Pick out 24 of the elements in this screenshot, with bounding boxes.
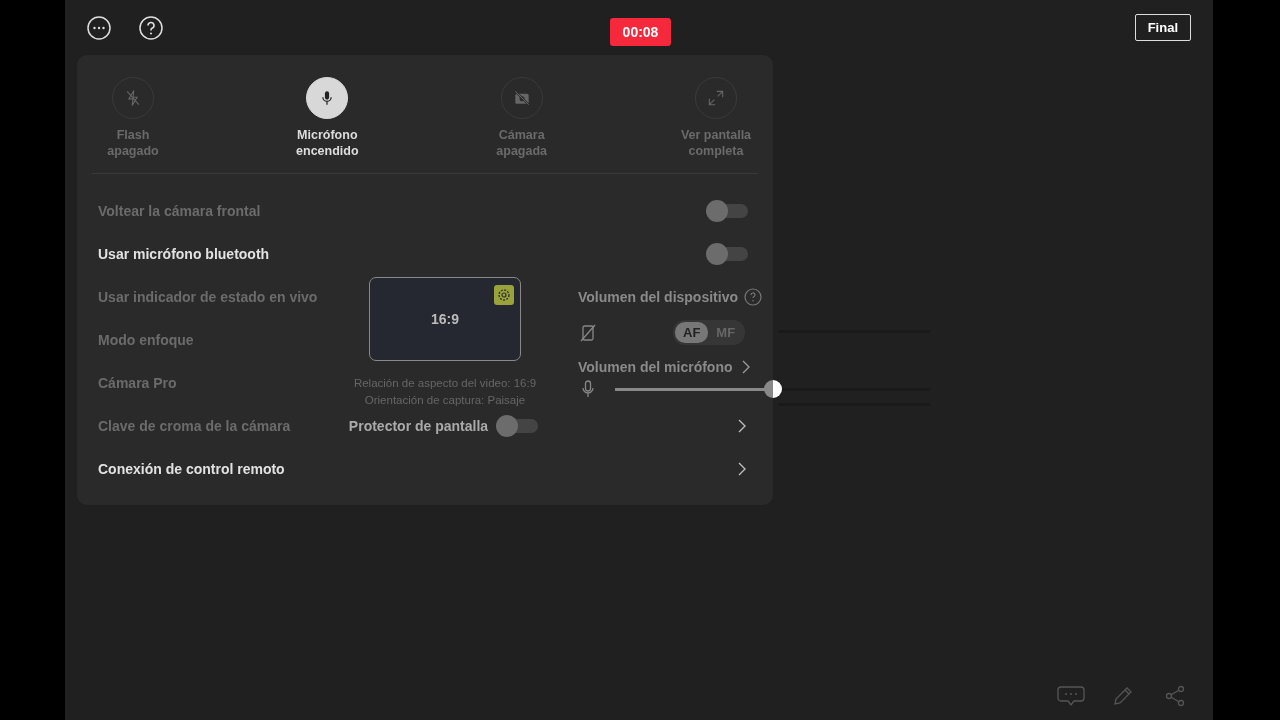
setting-label[interactable]: Conexión de control remoto (98, 460, 285, 477)
more-icon[interactable] (87, 15, 111, 40)
aspect-caption: Orientación de captura: Paisaje (364, 393, 526, 408)
setting-label[interactable]: Usar micrófono bluetooth (98, 245, 270, 262)
aspect-preview[interactable]: 16:9 (369, 277, 521, 361)
recording-timer: 00:08 (610, 18, 671, 46)
device-volume-title: Volumen del dispositivo (578, 289, 738, 305)
chat-icon[interactable] (1057, 684, 1085, 708)
chevron-right-icon[interactable] (740, 359, 751, 375)
quick-action-label: Flash apagado (106, 127, 160, 159)
settings-icon[interactable] (494, 285, 514, 305)
quick-action-label: Cámara apagada (495, 127, 548, 159)
phone-off-icon (578, 322, 598, 343)
mic-volume-title: Volumen del micrófono (578, 359, 733, 375)
slider-thumb[interactable] (763, 380, 782, 398)
quick-action-label: Micrófono encendido (295, 127, 360, 159)
expand-icon (706, 88, 726, 108)
screen-protector-label: Protector de pantalla (348, 418, 489, 434)
chevron-right-icon[interactable] (737, 460, 747, 477)
chevron-right-icon[interactable] (737, 417, 747, 434)
quick-action-label: Ver pantalla completa (679, 127, 753, 159)
aspect-ratio-label: 16:9 (431, 311, 459, 327)
focus-mode-option[interactable]: AF (675, 322, 709, 343)
end-button[interactable]: Final (1134, 14, 1191, 41)
